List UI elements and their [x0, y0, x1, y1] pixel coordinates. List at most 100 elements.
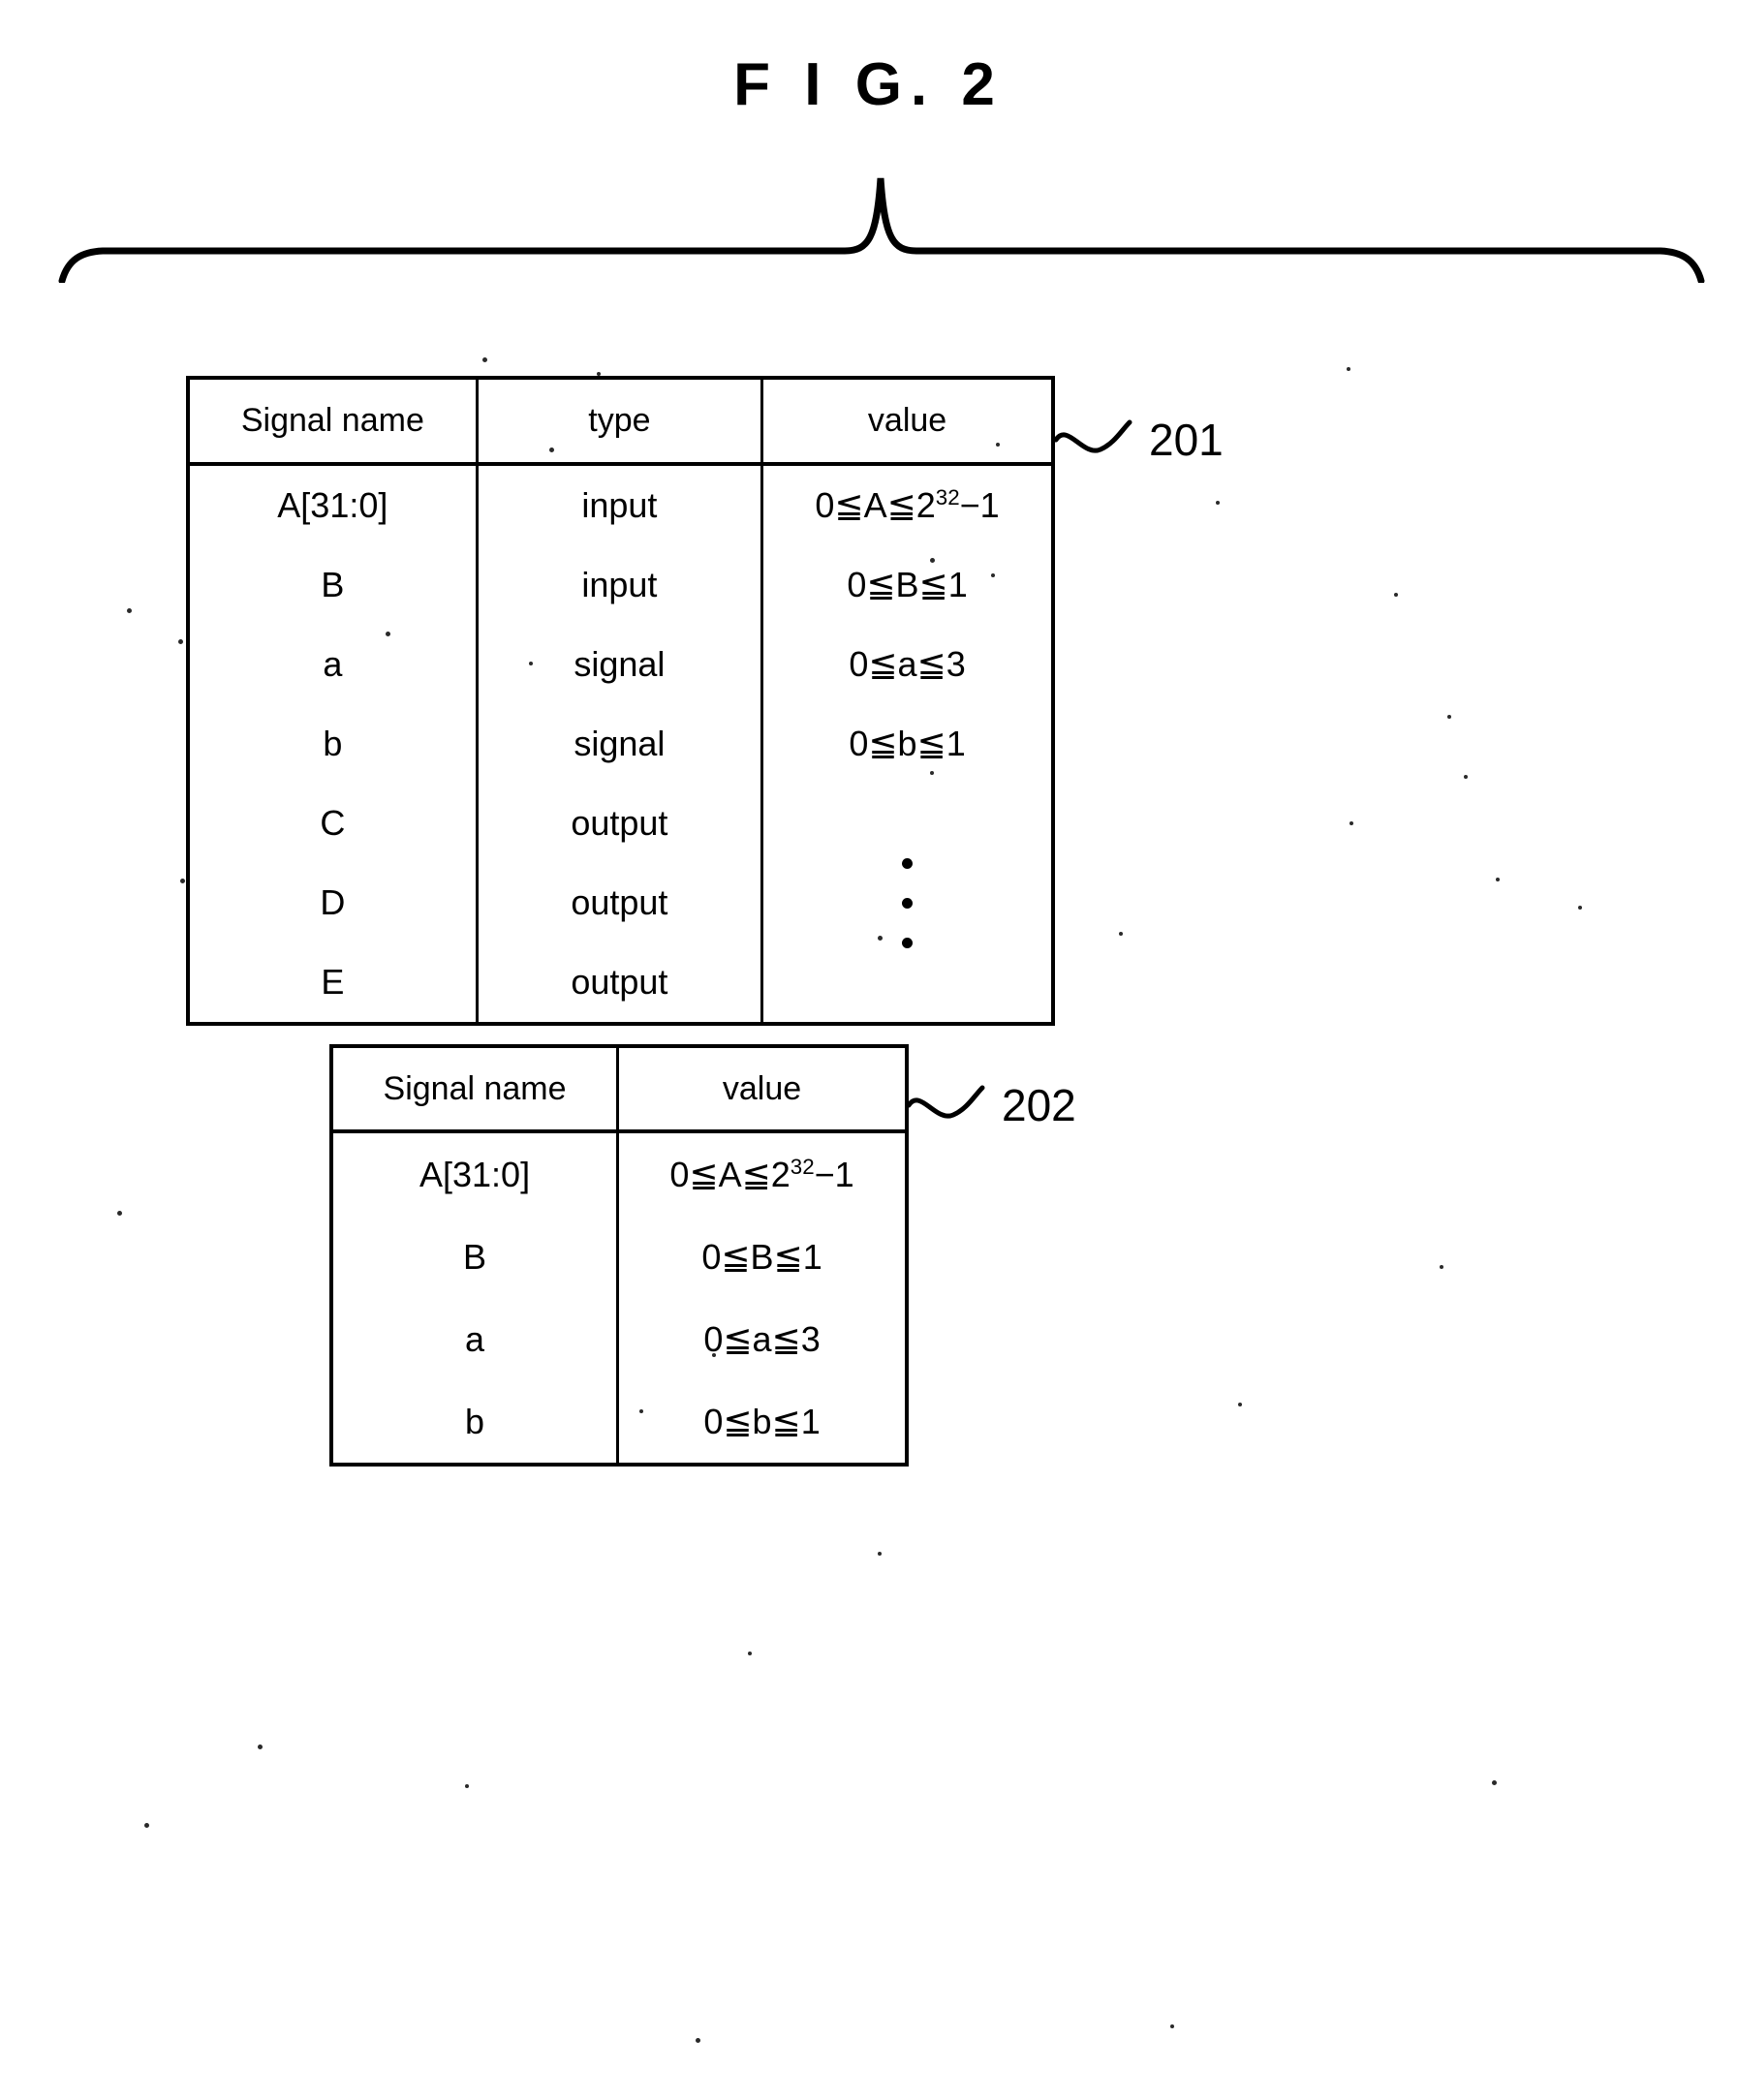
top-grouping-brace	[58, 167, 1705, 283]
scan-speckle	[712, 1353, 716, 1357]
table-row: A[31:0] input 0≦A≦232−1	[188, 464, 1053, 545]
value-expression-base: 0≦A≦2	[815, 485, 936, 525]
cell-signal-name: a	[331, 1298, 620, 1380]
column-header-signal-name: Signal name	[188, 378, 479, 466]
cell-type: signal	[475, 625, 764, 704]
value-expression-tail: −1	[959, 485, 1000, 525]
cell-type: signal	[475, 704, 764, 784]
cell-signal-name: b	[188, 704, 479, 784]
scan-speckle	[748, 1652, 752, 1655]
cell-signal-name: a	[188, 625, 479, 704]
cell-signal-name: A[31:0]	[331, 1131, 620, 1216]
cell-value: 0≦b≦1	[616, 1380, 907, 1465]
squiggle-leader-icon	[1054, 419, 1132, 453]
table-row: A[31:0] 0≦A≦232−1	[331, 1131, 907, 1216]
table-row: b 0≦b≦1	[331, 1380, 907, 1465]
table-header-row: Signal name value	[331, 1046, 907, 1133]
scan-speckle	[144, 1823, 149, 1828]
cell-type: output	[475, 942, 762, 1024]
cell-value: 0≦a≦3	[760, 625, 1053, 704]
table-header-row: Signal name type value	[188, 378, 1053, 466]
scan-speckle	[1394, 593, 1398, 597]
scan-speckle	[639, 1409, 643, 1413]
cell-value: 0≦B≦1	[760, 545, 1053, 625]
cell-value-continuation	[760, 784, 1053, 1024]
scan-speckle	[482, 357, 487, 362]
cell-signal-name: B	[188, 545, 479, 625]
cell-value: 0≦b≦1	[760, 704, 1053, 784]
scan-speckle	[597, 372, 601, 376]
scan-speckle	[1440, 1265, 1443, 1269]
value-exponent: 32	[790, 1154, 815, 1179]
value-expression-base: 0≦B≦1	[847, 565, 968, 604]
scan-speckle	[127, 608, 132, 613]
scan-speckle	[1119, 932, 1123, 936]
scan-speckle	[1238, 1403, 1242, 1406]
cell-type: output	[475, 784, 764, 863]
cell-signal-name: A[31:0]	[188, 464, 479, 545]
scan-speckle	[1496, 878, 1500, 881]
scan-speckle	[258, 1745, 263, 1749]
scan-speckle	[878, 936, 883, 941]
value-exponent: 32	[935, 485, 960, 510]
cell-signal-name: E	[188, 942, 479, 1024]
scan-speckle	[930, 771, 934, 775]
scan-speckle	[549, 448, 554, 452]
cell-signal-name: B	[331, 1216, 620, 1298]
column-header-signal-name: Signal name	[331, 1046, 620, 1133]
ellipsis-dot	[902, 937, 914, 948]
cell-signal-name: b	[331, 1380, 620, 1465]
brace-icon	[58, 177, 1705, 283]
signal-definition-table-201: Signal name type value A[31:0] input 0≦A…	[186, 376, 1055, 1026]
column-header-value: value	[616, 1046, 907, 1133]
scan-speckle	[1349, 821, 1353, 825]
value-expression-base: 0≦A≦2	[669, 1154, 791, 1194]
ellipsis-dot	[902, 857, 914, 869]
value-expression-base: 0≦a≦3	[849, 644, 966, 684]
scan-speckle	[1170, 2024, 1174, 2028]
value-expression-base: 0≦a≦3	[703, 1318, 821, 1359]
table-row: a signal 0≦a≦3	[188, 625, 1053, 704]
scan-speckle	[1216, 501, 1220, 505]
table-row: b signal 0≦b≦1	[188, 704, 1053, 784]
cell-type: input	[475, 464, 764, 545]
cell-value: 0≦A≦232−1	[760, 464, 1053, 545]
signal-definition-table-202: Signal name value A[31:0] 0≦A≦232−1 B 0≦…	[329, 1044, 909, 1467]
table-row: B 0≦B≦1	[331, 1216, 907, 1298]
scan-speckle	[1464, 775, 1468, 779]
figure-title: F I G. 2	[733, 51, 1004, 118]
scan-speckle	[386, 632, 390, 636]
scan-speckle	[1347, 367, 1350, 371]
scan-speckle	[996, 443, 1000, 447]
reference-number: 202	[1002, 1080, 1076, 1130]
cell-value: 0≦B≦1	[616, 1216, 907, 1298]
scan-speckle	[696, 2038, 700, 2043]
scan-speckle	[878, 1552, 882, 1556]
scan-speckle	[1492, 1780, 1497, 1785]
scan-speckle	[465, 1784, 469, 1788]
reference-callout-201: 201	[1054, 406, 1224, 474]
scan-speckle	[180, 879, 185, 883]
value-expression-base: 0≦B≦1	[701, 1236, 822, 1277]
reference-number: 201	[1149, 415, 1224, 465]
value-expression-tail: −1	[814, 1154, 854, 1194]
scan-speckle	[178, 639, 183, 644]
column-header-value: value	[760, 378, 1053, 466]
ellipsis-dot	[902, 897, 914, 909]
squiggle-leader-icon	[907, 1085, 985, 1119]
scan-speckle	[1578, 906, 1582, 910]
reference-callout-202: 202	[907, 1071, 1076, 1139]
scan-speckle	[529, 662, 533, 665]
table-row: a 0≦a≦3	[331, 1298, 907, 1380]
scan-speckle	[117, 1211, 122, 1216]
table-row: B input 0≦B≦1	[188, 545, 1053, 625]
column-header-type: type	[475, 378, 764, 466]
cell-value: 0≦A≦232−1	[616, 1131, 907, 1216]
value-expression-base: 0≦b≦1	[703, 1401, 821, 1441]
cell-type: output	[475, 863, 762, 942]
value-expression-base: 0≦b≦1	[849, 724, 966, 763]
cell-signal-name: C	[188, 784, 479, 863]
scan-speckle	[930, 558, 935, 563]
scan-speckle	[991, 573, 995, 577]
cell-signal-name: D	[188, 863, 479, 942]
